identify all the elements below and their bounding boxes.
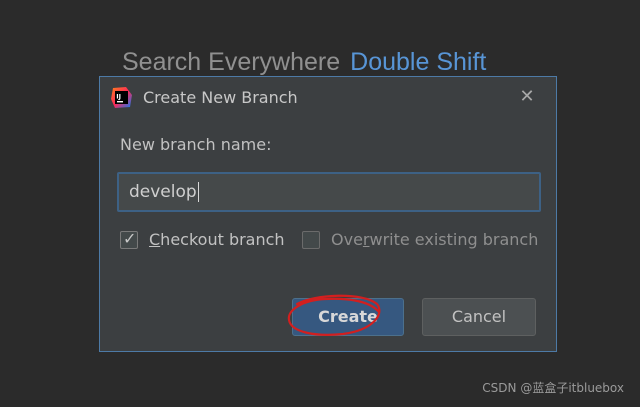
branch-name-field[interactable] [117,172,541,212]
checkmark-icon: ✓ [123,229,137,248]
branch-name-input[interactable] [119,174,539,210]
overwrite-branch-checkbox[interactable] [302,231,320,249]
search-everywhere-hint: Search Everywhere Double Shift [122,44,486,80]
ide-background: Search Everywhere Double Shift IJ Create … [0,0,640,407]
create-button[interactable]: Create [292,298,404,336]
svg-text:IJ: IJ [116,93,121,101]
intellij-idea-icon: IJ [111,87,132,108]
create-branch-dialog: IJ Create New Branch ✕ New branch name: … [99,76,557,352]
dialog-title: Create New Branch [143,88,298,107]
overwrite-branch-option[interactable]: Overwrite existing branch [302,228,538,252]
overwrite-branch-label[interactable]: Overwrite existing branch [331,229,538,251]
cancel-button[interactable]: Cancel [422,298,536,336]
close-icon[interactable]: ✕ [516,86,538,108]
checkout-branch-label[interactable]: Checkout branch [149,229,285,251]
hint-shortcut: Double Shift [350,48,487,76]
hint-text: Search Everywhere [122,48,341,76]
checkout-branch-checkbox[interactable]: ✓ [120,229,138,249]
dialog-titlebar[interactable]: IJ Create New Branch ✕ [100,77,556,119]
branch-name-label: New branch name: [120,135,272,154]
checkout-branch-option[interactable]: ✓ Checkout branch [120,228,285,252]
text-caret [198,182,199,202]
csdn-watermark: CSDN @蓝盒子itbluebox [482,381,624,395]
